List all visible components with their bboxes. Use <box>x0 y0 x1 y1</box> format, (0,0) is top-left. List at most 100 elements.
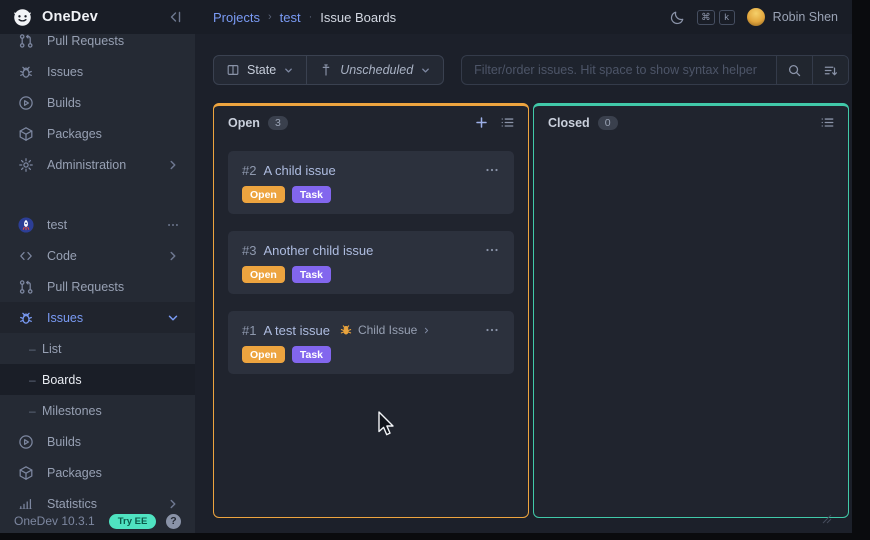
app-window: OneDev Projects › test · Issue Boards ⌘ … <box>0 0 852 533</box>
column-menu-button[interactable] <box>500 115 515 130</box>
dash-icon: – <box>29 404 42 418</box>
breadcrumb-separator: › <box>268 11 272 23</box>
sidebar-item-milestones[interactable]: –Milestones <box>0 395 195 426</box>
board-controls: State Unscheduled <box>213 55 444 85</box>
badge-open[interactable]: Open <box>242 266 285 283</box>
sidebar-item-administration[interactable]: Administration <box>0 149 195 180</box>
sidebar-item-packages[interactable]: Packages <box>0 118 195 149</box>
sidebar-item-label: Issues <box>47 65 83 79</box>
filter-input[interactable] <box>462 56 776 84</box>
dark-mode-toggle-icon[interactable] <box>670 10 685 25</box>
board-column-closed: Closed 0 <box>533 103 849 518</box>
chevron-right-icon <box>166 497 180 510</box>
sidebar-item-label: Statistics <box>47 497 97 510</box>
sidebar-item-builds[interactable]: Builds <box>0 426 195 457</box>
try-ee-badge[interactable]: Try EE <box>109 514 157 529</box>
sidebar-item-boards[interactable]: –Boards <box>0 364 195 395</box>
sidebar-item-builds[interactable]: Builds <box>0 87 195 118</box>
breadcrumb-project-link[interactable]: test <box>280 10 301 25</box>
search-shortcut-hint[interactable]: ⌘ k <box>697 10 735 25</box>
play-circle-icon <box>18 434 34 450</box>
sidebar-item-pull-requests[interactable]: Pull Requests <box>0 271 195 302</box>
badge-task[interactable]: Task <box>292 266 331 283</box>
brand-name: OneDev <box>42 9 98 25</box>
badge-task[interactable]: Task <box>292 186 331 203</box>
brand-area: OneDev <box>0 8 195 27</box>
package-icon <box>18 465 34 481</box>
breadcrumb-separator: · <box>309 11 313 23</box>
column-count-badge: 0 <box>598 116 618 130</box>
state-dropdown-label: State <box>247 63 276 77</box>
order-button[interactable] <box>812 56 848 84</box>
issue-card-header: #1A test issueChild Issue <box>242 322 500 338</box>
chart-icon <box>18 496 34 510</box>
collapse-sidebar-icon[interactable] <box>167 9 183 25</box>
sidebar-nav: Pull RequestsIssuesBuildsPackagesAdminis… <box>0 25 195 509</box>
board-column-open: Open3#2A child issueOpenTask#3Another ch… <box>213 103 529 518</box>
pull-request-icon <box>18 279 34 295</box>
sidebar-footer: OneDev 10.3.1 Try EE ? <box>0 509 195 533</box>
sidebar-item-list[interactable]: –List <box>0 333 195 364</box>
sidebar-item-code[interactable]: Code <box>0 240 195 271</box>
dash-icon: – <box>29 373 42 387</box>
sidebar-item-packages[interactable]: Packages <box>0 457 195 488</box>
sidebar-item-label: Boards <box>42 373 82 387</box>
sidebar-item-test[interactable]: test <box>0 209 195 240</box>
state-dropdown-button[interactable]: State <box>214 56 306 84</box>
search-icon <box>787 63 802 78</box>
milestone-dropdown-button[interactable]: Unscheduled <box>306 56 443 84</box>
dash-icon: – <box>29 342 42 356</box>
add-card-button[interactable] <box>474 115 489 130</box>
column-menu-button[interactable] <box>820 115 835 130</box>
column-actions <box>820 115 835 130</box>
issue-board: Open3#2A child issueOpenTask#3Another ch… <box>213 103 849 533</box>
search-button[interactable] <box>776 56 812 84</box>
user-name[interactable]: Robin Shen <box>773 10 838 24</box>
column-name: Closed <box>548 116 590 130</box>
issue-card-header: #3Another child issue <box>242 242 500 258</box>
card-menu-icon[interactable] <box>484 162 500 178</box>
pull-request-icon <box>18 33 34 49</box>
avatar[interactable] <box>747 8 765 26</box>
breadcrumb-projects-link[interactable]: Projects <box>213 10 260 25</box>
sidebar-item-label: Administration <box>47 158 126 172</box>
card-menu-icon[interactable] <box>484 322 500 338</box>
sidebar-item-label: test <box>47 218 67 232</box>
child-issue-link[interactable]: Child Issue <box>339 323 431 337</box>
sidebar-item-label: Milestones <box>42 404 102 418</box>
badge-task[interactable]: Task <box>292 346 331 363</box>
issue-card[interactable]: #2A child issue Open Task <box>228 151 514 214</box>
sidebar-item-label: Builds <box>47 96 81 110</box>
chevron-down-icon <box>283 65 294 76</box>
columns-icon <box>226 63 240 77</box>
onedev-logo-icon[interactable] <box>13 8 32 27</box>
badge-open[interactable]: Open <box>242 186 285 203</box>
bug-link-icon <box>339 323 353 337</box>
sidebar-item-statistics[interactable]: Statistics <box>0 488 195 509</box>
sidebar-item-label: Packages <box>47 127 102 141</box>
ellipsis-icon[interactable] <box>166 218 180 232</box>
resize-handle[interactable] <box>822 514 832 524</box>
chevron-right-icon <box>166 158 180 172</box>
issue-card-header: #2A child issue <box>242 162 500 178</box>
bug-icon <box>18 64 34 80</box>
issue-card[interactable]: #3Another child issue Open Task <box>228 231 514 294</box>
issue-title: A child issue <box>263 163 335 178</box>
bug-icon <box>18 310 34 326</box>
issue-card[interactable]: #1A test issueChild Issue Open Task <box>228 311 514 374</box>
gear-icon <box>18 157 34 173</box>
sidebar-item-issues[interactable]: Issues <box>0 302 195 333</box>
column-body <box>534 139 848 517</box>
sidebar-item-issues[interactable]: Issues <box>0 56 195 87</box>
issue-number: #1 <box>242 323 256 338</box>
badge-open[interactable]: Open <box>242 346 285 363</box>
issue-badges: Open Task <box>242 346 500 363</box>
help-icon[interactable]: ? <box>166 514 181 529</box>
keycap-k: k <box>719 10 735 25</box>
sort-icon <box>823 63 838 78</box>
sidebar-item-pull-requests[interactable]: Pull Requests <box>0 25 195 56</box>
package-icon <box>18 126 34 142</box>
milestone-dropdown-label: Unscheduled <box>340 63 413 77</box>
card-menu-icon[interactable] <box>484 242 500 258</box>
breadcrumb-current-page: Issue Boards <box>320 10 396 25</box>
